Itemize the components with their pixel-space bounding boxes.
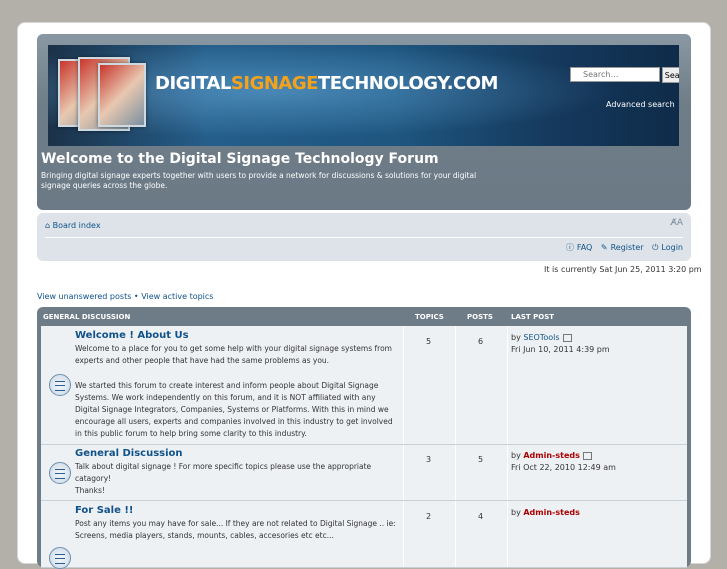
active-topics-link[interactable]: View active topics — [141, 292, 213, 301]
search-input[interactable] — [570, 67, 660, 82]
help-icon: ⓘ — [565, 243, 574, 252]
header-bar: DIGITALSIGNAGETECHNOLOGY.COM ⚲ Search Ad… — [37, 34, 691, 210]
topics-count: 3 — [426, 455, 432, 464]
user-links: ⓘ FAQ ✎ Register ⏻ Login — [560, 242, 683, 253]
page-container: DIGITALSIGNAGETECHNOLOGY.COM ⚲ Search Ad… — [17, 22, 711, 569]
posts-count: 6 — [478, 337, 484, 346]
navbar: ⌂ Board index A̸A ⓘ FAQ ✎ Register ⏻ Login — [37, 213, 691, 261]
posts-count: 4 — [478, 512, 484, 521]
last-post-by: by — [511, 451, 521, 460]
last-post-date: Fri Jun 10, 2011 4:39 pm — [511, 345, 610, 354]
last-post: by Admin-steds — [511, 451, 592, 460]
topics-column-header: TOPICS — [415, 313, 444, 321]
search-button[interactable]: Search — [662, 67, 679, 83]
site-description: Bringing digital signage experts togethe… — [41, 171, 477, 190]
forum-title-link[interactable]: General Discussion — [75, 448, 183, 459]
font-resize-icon[interactable]: A̸A — [671, 218, 683, 228]
forum-list: GENERAL DISCUSSION TOPICS POSTS LAST POS… — [37, 307, 691, 569]
last-post-by: by — [511, 508, 521, 517]
last-post: by SEOTools — [511, 333, 572, 342]
view-latest-post-icon[interactable] — [562, 333, 572, 342]
register-label: Register — [610, 243, 644, 252]
last-post-date: Fri Oct 22, 2010 12:49 am — [511, 463, 616, 472]
forum-row: General Discussion Talk about digital si… — [41, 445, 687, 501]
board-index-label: Board index — [52, 221, 101, 230]
posts-column-header: POSTS — [467, 313, 493, 321]
forum-list-header: GENERAL DISCUSSION TOPICS POSTS LAST POS… — [37, 307, 691, 325]
site-banner[interactable]: DIGITALSIGNAGETECHNOLOGY.COM ⚲ Search Ad… — [48, 45, 679, 146]
topics-count: 2 — [426, 512, 432, 521]
topics-count: 5 — [426, 337, 432, 346]
register-icon: ✎ — [600, 243, 608, 252]
unanswered-posts-link[interactable]: View unanswered posts — [37, 292, 131, 301]
forum-read-icon — [49, 374, 71, 396]
forum-read-icon — [49, 547, 71, 569]
last-post-by: by — [511, 333, 521, 342]
forum-row: Welcome ! About Us Welcome to a place fo… — [41, 326, 687, 445]
forum-title-link[interactable]: For Sale !! — [75, 505, 133, 516]
last-post-column-header: LAST POST — [511, 313, 555, 321]
current-time: It is currently Sat Jun 25, 2011 3:20 pm — [544, 265, 702, 274]
view-links-separator: • — [131, 292, 142, 301]
forum-row: For Sale !! Post any items you may have … — [41, 501, 687, 569]
register-link[interactable]: ✎ Register — [598, 243, 644, 252]
last-post-author[interactable]: SEOTools — [523, 333, 559, 342]
site-title: Welcome to the Digital Signage Technolog… — [41, 151, 439, 167]
faq-label: FAQ — [576, 243, 593, 252]
faq-link[interactable]: ⓘ FAQ — [563, 243, 593, 252]
forum-description: Talk about digital signage ! For more sp… — [75, 462, 372, 483]
last-post-author[interactable]: Admin-steds — [523, 508, 580, 517]
last-post: by Admin-steds — [511, 508, 580, 517]
navbar-divider — [45, 237, 683, 238]
login-label: Login — [661, 243, 683, 252]
category-title[interactable]: GENERAL DISCUSSION — [43, 313, 130, 321]
posts-count: 5 — [478, 455, 484, 464]
power-icon: ⏻ — [652, 243, 659, 252]
advanced-search-link[interactable]: Advanced search — [606, 100, 675, 109]
board-index-link[interactable]: ⌂ Board index — [45, 221, 101, 230]
view-latest-post-icon[interactable] — [582, 451, 592, 460]
forum-read-icon — [49, 462, 71, 484]
forum-description-extra: We started this forum to create interest… — [75, 381, 393, 438]
forum-description: Post any items you may have for sale... … — [75, 519, 396, 540]
search-box: ⚲ Search — [570, 67, 679, 101]
forum-description: Welcome to a place for you to get some h… — [75, 344, 392, 365]
login-link[interactable]: ⏻ Login — [649, 243, 683, 252]
forum-description-extra: Thanks! — [75, 486, 105, 495]
forum-title-link[interactable]: Welcome ! About Us — [75, 330, 189, 341]
logo-text-signage: SIGNAGE — [230, 73, 319, 94]
site-logo: DIGITALSIGNAGETECHNOLOGY.COM — [155, 73, 498, 94]
banner-screens-image — [54, 51, 150, 143]
last-post-author[interactable]: Admin-steds — [523, 451, 580, 460]
logo-text-digital: DIGITAL — [155, 73, 231, 94]
view-links: View unanswered posts • View active topi… — [37, 292, 213, 301]
logo-text-technology: TECHNOLOGY.COM — [317, 73, 499, 94]
home-icon: ⌂ — [45, 221, 51, 230]
